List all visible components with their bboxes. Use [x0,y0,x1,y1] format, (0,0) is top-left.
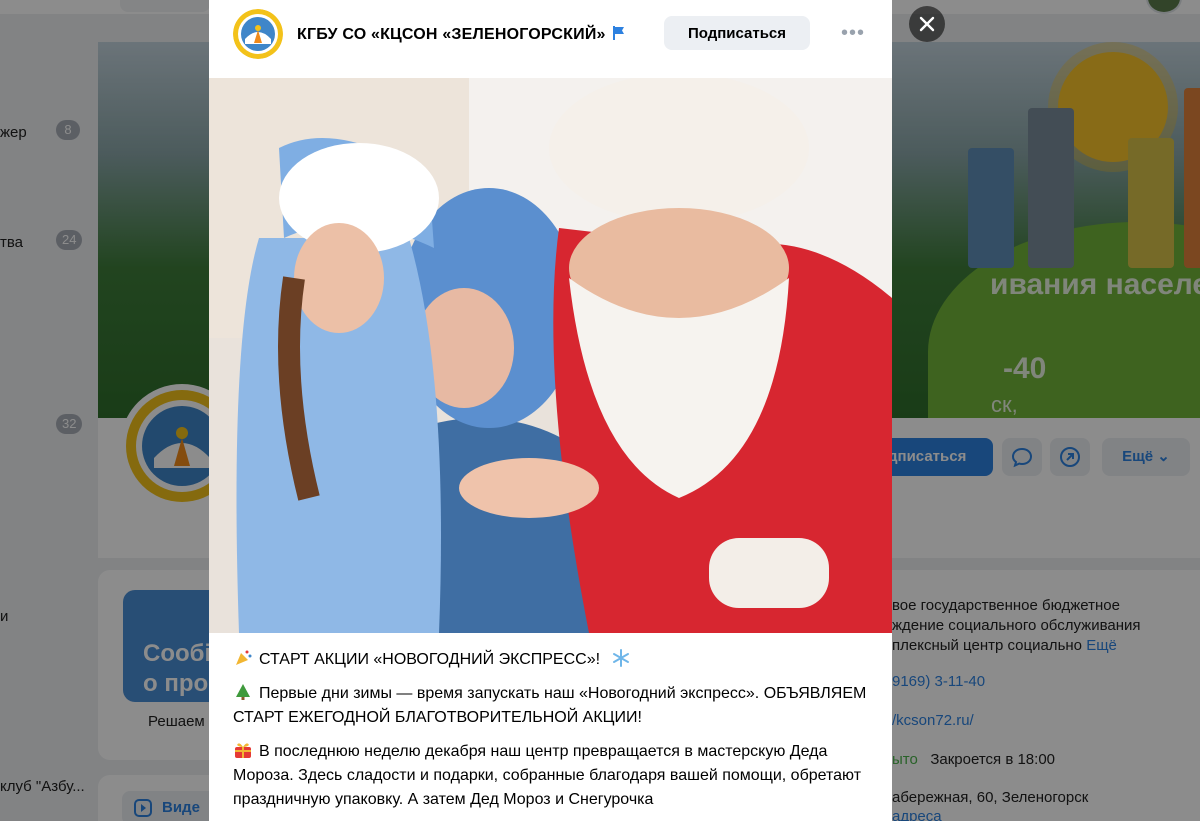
group-name[interactable]: КГБУ СО «КЦСОН «ЗЕЛЕНОГОРСКИЙ» [297,25,626,44]
group-avatar[interactable] [233,9,283,59]
post-paragraph: СТАРТ АКЦИИ «НОВОГОДНИЙ ЭКСПРЕСС»! [233,648,873,672]
post-text: СТАРТ АКЦИИ «НОВОГОДНИЙ ЭКСПРЕСС»! Первы… [233,648,873,821]
post-paragraph-text: В последнюю неделю декабря наш центр пре… [233,743,862,808]
post-header: КГБУ СО «КЦСОН «ЗЕЛЕНОГОРСКИЙ» Подписать… [209,0,892,78]
close-button[interactable] [909,6,945,42]
dots-icon: ••• [840,21,865,44]
gift-icon [235,743,251,758]
subscribe-button[interactable]: Подписаться [664,16,810,50]
post-paragraph: В последнюю неделю декабря наш центр пре… [233,740,873,812]
post-paragraph: Первые дни зимы — время запускать наш «Н… [233,682,873,730]
post-paragraph-text: Первые дни зимы — время запускать наш «Н… [233,685,867,726]
post-image [209,78,892,633]
confetti-icon [236,650,252,665]
post-photo[interactable] [209,78,892,633]
post-headline: СТАРТ АКЦИИ «НОВОГОДНИЙ ЭКСПРЕСС»! [259,651,601,668]
close-icon [919,16,935,32]
group-name-text: КГБУ СО «КЦСОН «ЗЕЛЕНОГОРСКИЙ» [297,26,606,43]
post-modal: КГБУ СО «КЦСОН «ЗЕЛЕНОГОРСКИЙ» Подписать… [209,0,892,821]
group-logo-icon [233,9,283,59]
snowflake-icon [612,649,629,667]
christmas-tree-icon [236,684,250,700]
flag-icon [612,26,624,40]
more-options-button[interactable]: ••• [839,20,867,46]
